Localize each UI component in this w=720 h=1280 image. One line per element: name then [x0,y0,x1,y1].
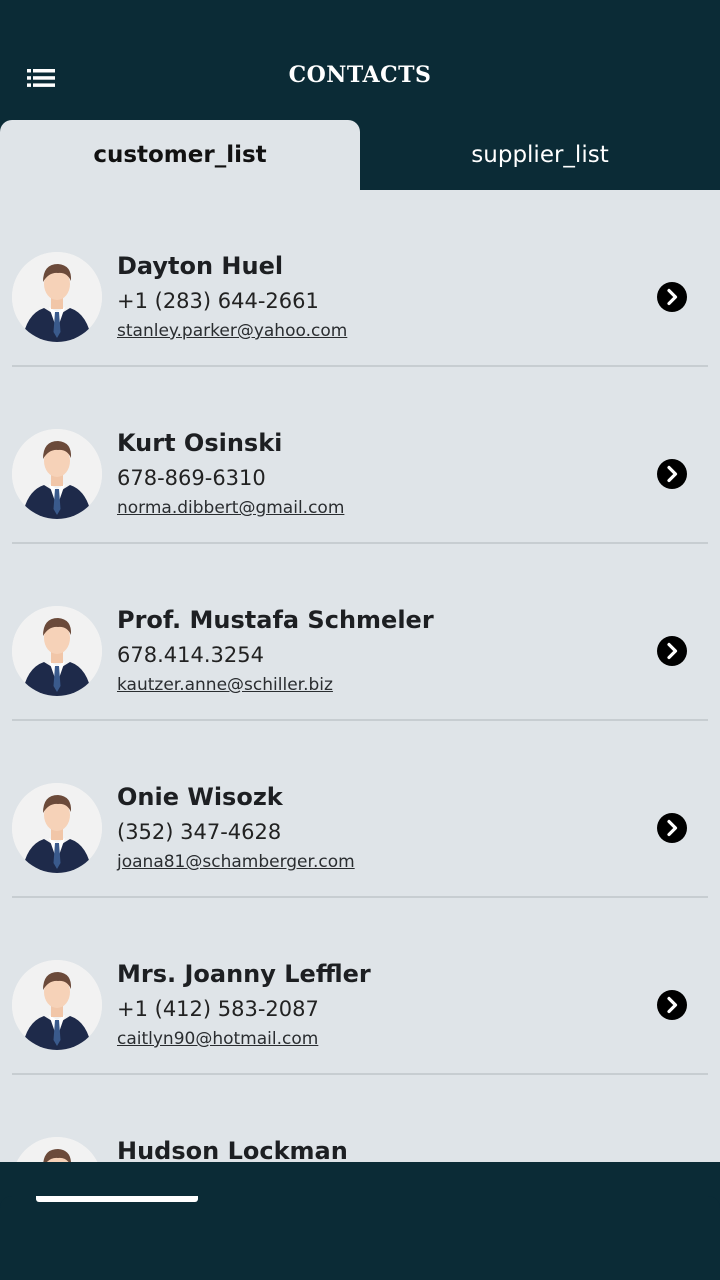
person-avatar-icon [12,783,102,873]
contact-email-link[interactable]: norma.dibbert@gmail.com [117,497,344,519]
chevron-right-icon[interactable] [656,635,688,667]
contact-phone[interactable]: 678-869-6310 [117,465,344,491]
contact-name: Onie Wisozk [117,783,283,811]
contact-email-link[interactable]: joana81@schamberger.com [117,851,355,873]
avatar [12,252,102,342]
scroll-indicator [36,1196,198,1202]
contact-info: Kurt Osinski 678-869-6310 norma.dibbert@… [117,429,344,519]
contact-name: Dayton Huel [117,252,284,280]
person-avatar-icon [12,252,102,342]
avatar [12,783,102,873]
contact-email-link[interactable]: kautzer.anne@schiller.biz [117,674,434,696]
person-avatar-icon [12,606,102,696]
avatar [12,429,102,519]
contact-phone[interactable]: +1 (412) 583-2087 [117,996,371,1022]
contact-row[interactable]: Dayton Huel +1 (283) 644-2661 stanley.pa… [12,190,708,367]
contact-email-link[interactable]: stanley.parker@yahoo.com [117,320,347,342]
contact-info: Dayton Huel +1 (283) 644-2661 stanley.pa… [117,252,347,342]
avatar [12,1137,102,1162]
contact-name: Kurt Osinski [117,429,283,457]
chevron-right-icon[interactable] [656,989,688,1021]
contact-phone[interactable]: (352) 347-4628 [117,819,355,845]
tab-bar: customer_list supplier_list [0,120,720,190]
contact-row[interactable]: Kurt Osinski 678-869-6310 norma.dibbert@… [12,367,708,544]
contact-info: Hudson Lockman [117,1137,348,1162]
page-title: CONTACTS [288,62,432,88]
contact-phone[interactable]: +1 (283) 644-2661 [117,288,347,314]
tab-supplier-list[interactable]: supplier_list [360,120,720,190]
contact-row[interactable]: Mrs. Joanny Leffler +1 (412) 583-2087 ca… [12,898,708,1075]
chevron-right-icon[interactable] [656,812,688,844]
contact-row[interactable]: Prof. Mustafa Schmeler 678.414.3254 kaut… [12,544,708,721]
contact-info: Onie Wisozk (352) 347-4628 joana81@scham… [117,783,355,873]
contact-phone[interactable]: 678.414.3254 [117,642,434,668]
tab-customer-list[interactable]: customer_list [0,120,360,190]
contact-name: Mrs. Joanny Leffler [117,960,371,988]
app-header: CONTACTS [0,0,720,120]
chevron-right-icon[interactable] [656,458,688,490]
contact-row[interactable]: Hudson Lockman [12,1075,708,1162]
contact-row[interactable]: Onie Wisozk (352) 347-4628 joana81@scham… [12,721,708,898]
person-avatar-icon [12,960,102,1050]
contact-email-link[interactable]: caitlyn90@hotmail.com [117,1028,371,1050]
contact-name: Hudson Lockman [117,1137,348,1162]
contact-info: Mrs. Joanny Leffler +1 (412) 583-2087 ca… [117,960,371,1050]
avatar [12,960,102,1050]
person-avatar-icon [12,1137,102,1162]
contact-name: Prof. Mustafa Schmeler [117,606,434,634]
person-avatar-icon [12,429,102,519]
bottom-bar [0,1196,720,1280]
chevron-right-icon[interactable] [656,281,688,313]
avatar [12,606,102,696]
contact-info: Prof. Mustafa Schmeler 678.414.3254 kaut… [117,606,434,696]
app-root: CONTACTS customer_list supplier_list Day… [0,0,720,1280]
contact-list: Dayton Huel +1 (283) 644-2661 stanley.pa… [0,190,720,1162]
